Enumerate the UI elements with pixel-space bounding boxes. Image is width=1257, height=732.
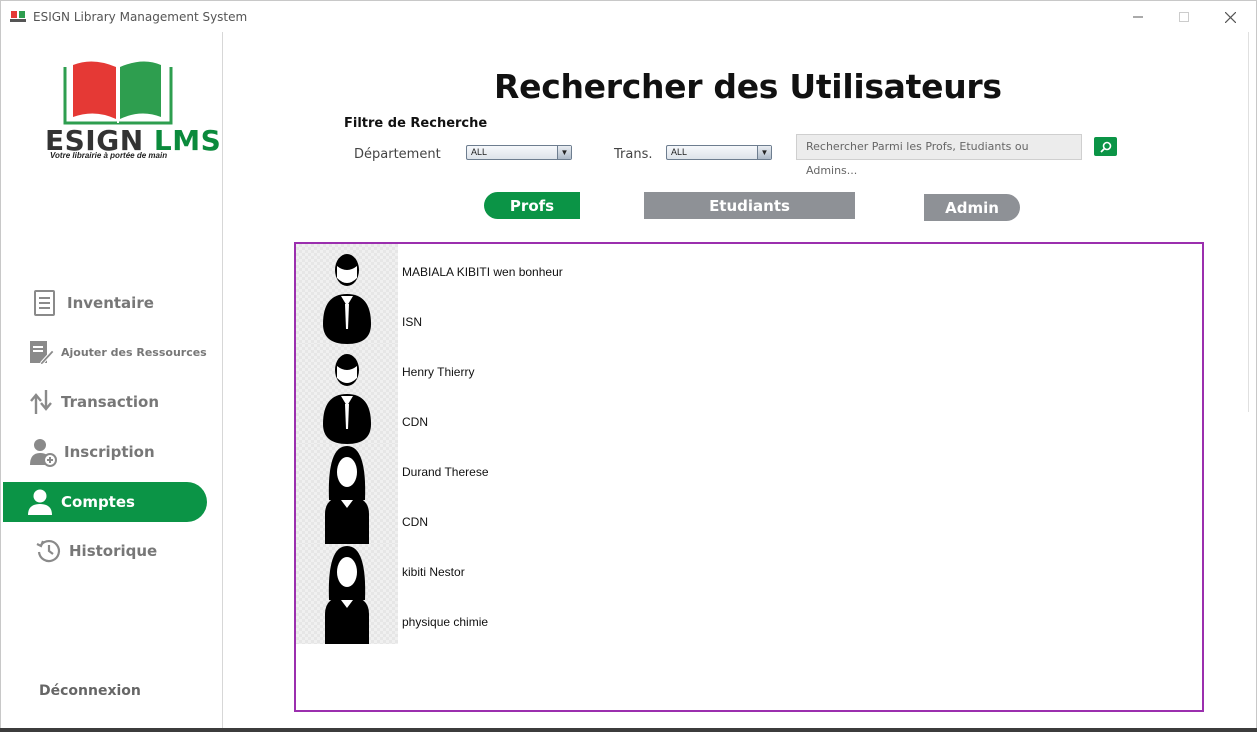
user-department: physique chimie — [402, 615, 489, 629]
minimize-icon — [1133, 16, 1143, 18]
minimize-button[interactable] — [1115, 5, 1161, 29]
user-name: kibiti Nestor — [402, 565, 465, 579]
app-logo-icon — [10, 11, 26, 22]
department-select-value: ALL — [471, 147, 488, 157]
transfer-arrows-icon — [27, 388, 55, 416]
sidebar-item-comptes[interactable]: Comptes — [3, 482, 207, 522]
list-item[interactable]: Durand Therese CDN — [296, 444, 1202, 544]
search-icon — [1099, 141, 1111, 153]
tab-etudiants[interactable]: Etudiants — [644, 192, 855, 219]
list-item[interactable]: MABIALA KIBITI wen bonheur ISN — [296, 244, 1202, 344]
department-label: Département — [354, 147, 441, 162]
trans-select-value: ALL — [671, 147, 688, 157]
sidebar-item-ajouter-ressources[interactable]: Ajouter des Ressources — [3, 332, 207, 372]
history-icon — [35, 537, 63, 565]
page-title: Rechercher des Utilisateurs — [494, 67, 1002, 106]
tab-admin[interactable]: Admin — [924, 194, 1020, 221]
close-icon — [1224, 11, 1236, 23]
results-list: MABIALA KIBITI wen bonheur ISN Henry Thi… — [294, 242, 1204, 712]
maximize-button[interactable] — [1161, 5, 1207, 29]
chevron-down-icon: ▼ — [757, 146, 771, 159]
sidebar-item-label: Inscription — [64, 443, 155, 461]
sidebar-item-label: Inventaire — [67, 294, 154, 312]
add-user-icon — [29, 438, 57, 467]
document-icon — [31, 289, 59, 317]
list-item[interactable]: kibiti Nestor physique chimie — [296, 544, 1202, 644]
sidebar-item-inscription[interactable]: Inscription — [3, 432, 207, 472]
trans-select[interactable]: ALL ▼ — [666, 145, 772, 160]
close-button[interactable] — [1207, 5, 1253, 29]
female-avatar-icon — [296, 444, 398, 544]
sidebar-item-inventaire[interactable]: Inventaire — [3, 283, 207, 323]
user-name: Henry Thierry — [402, 365, 475, 379]
window-title: ESIGN Library Management System — [33, 10, 248, 24]
brand-tagline: Votre librairie à portée de main — [50, 151, 168, 160]
list-item[interactable]: Henry Thierry CDN — [296, 344, 1202, 444]
male-avatar-icon — [296, 344, 398, 444]
app-window: ESIGN Library Management System ESIGN LM… — [0, 0, 1257, 732]
sidebar-item-label: Historique — [69, 542, 158, 560]
male-avatar-icon — [296, 244, 398, 344]
edit-document-icon — [27, 338, 55, 366]
sidebar-item-label: Transaction — [61, 393, 160, 411]
filter-title: Filtre de Recherche — [344, 116, 488, 131]
trans-label: Trans. — [614, 147, 653, 162]
department-select[interactable]: ALL ▼ — [466, 145, 572, 160]
sidebar-item-historique[interactable]: Historique — [3, 531, 207, 571]
tab-profs[interactable]: Profs — [484, 192, 580, 219]
window-divider — [1248, 32, 1249, 412]
taskbar-strip — [0, 728, 1257, 732]
female-avatar-icon — [296, 544, 398, 644]
user-name: Durand Therese — [402, 465, 489, 479]
user-icon — [26, 488, 54, 516]
logout-link[interactable]: Déconnexion — [39, 683, 141, 699]
title-bar: ESIGN Library Management System — [1, 1, 1256, 32]
user-department: CDN — [402, 515, 428, 529]
search-button[interactable] — [1094, 137, 1117, 156]
sidebar-item-label: Comptes — [61, 493, 135, 511]
sidebar-item-label: Ajouter des Ressources — [61, 345, 207, 359]
maximize-icon — [1179, 12, 1189, 22]
sidebar: ESIGN LMS Votre librairie à portée de ma… — [3, 32, 223, 731]
user-department: CDN — [402, 415, 428, 429]
sidebar-item-transaction[interactable]: Transaction — [3, 382, 207, 422]
chevron-down-icon: ▼ — [557, 146, 571, 159]
user-department: ISN — [402, 315, 423, 329]
search-input[interactable]: Rechercher Parmi les Profs, Etudiants ou… — [796, 134, 1082, 177]
user-name: MABIALA KIBITI wen bonheur — [402, 265, 563, 279]
